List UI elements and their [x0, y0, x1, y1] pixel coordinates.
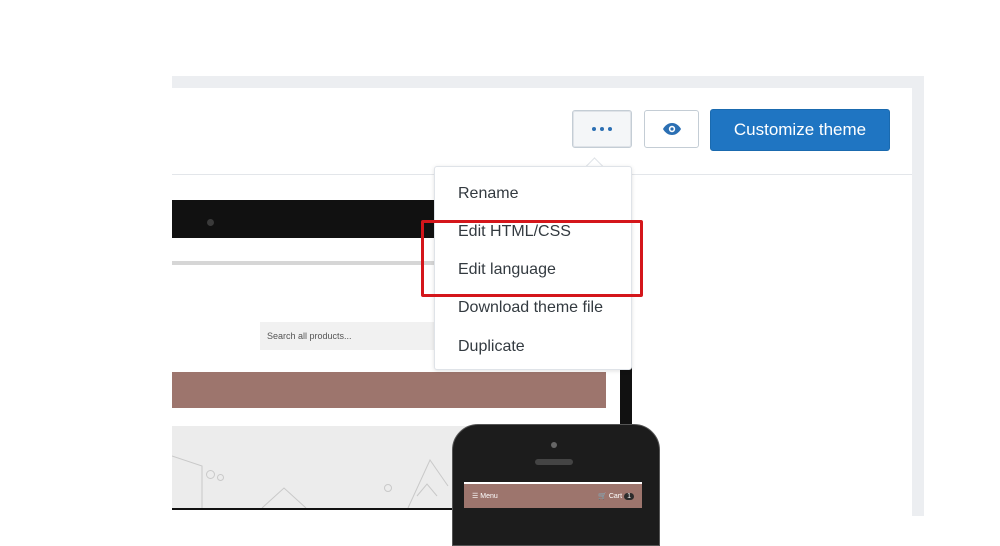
phone-menu: ☰ Menu — [472, 493, 498, 500]
menu-item-download-theme-file[interactable]: Download theme file — [458, 299, 603, 317]
phone-header-bar: ☰ Menu 🛒 Cart 1 — [464, 484, 642, 508]
annotation-highlight-box — [421, 220, 643, 297]
horizontal-ellipsis-icon — [592, 127, 612, 131]
phone-camera — [551, 442, 557, 448]
phone-speaker — [535, 459, 573, 465]
preview-button[interactable] — [644, 110, 699, 148]
menu-item-duplicate[interactable]: Duplicate — [458, 338, 525, 356]
more-actions-button[interactable] — [572, 110, 632, 148]
customize-theme-button[interactable]: Customize theme — [710, 109, 890, 151]
phone-cart-count: 1 — [624, 493, 634, 500]
phone-cart: 🛒 Cart 1 — [598, 492, 634, 500]
laptop-camera — [207, 219, 214, 226]
screen-search-field: Search all products... — [260, 322, 438, 350]
screen-banner — [172, 372, 606, 408]
eye-icon — [662, 123, 681, 135]
menu-item-rename[interactable]: Rename — [458, 185, 518, 203]
